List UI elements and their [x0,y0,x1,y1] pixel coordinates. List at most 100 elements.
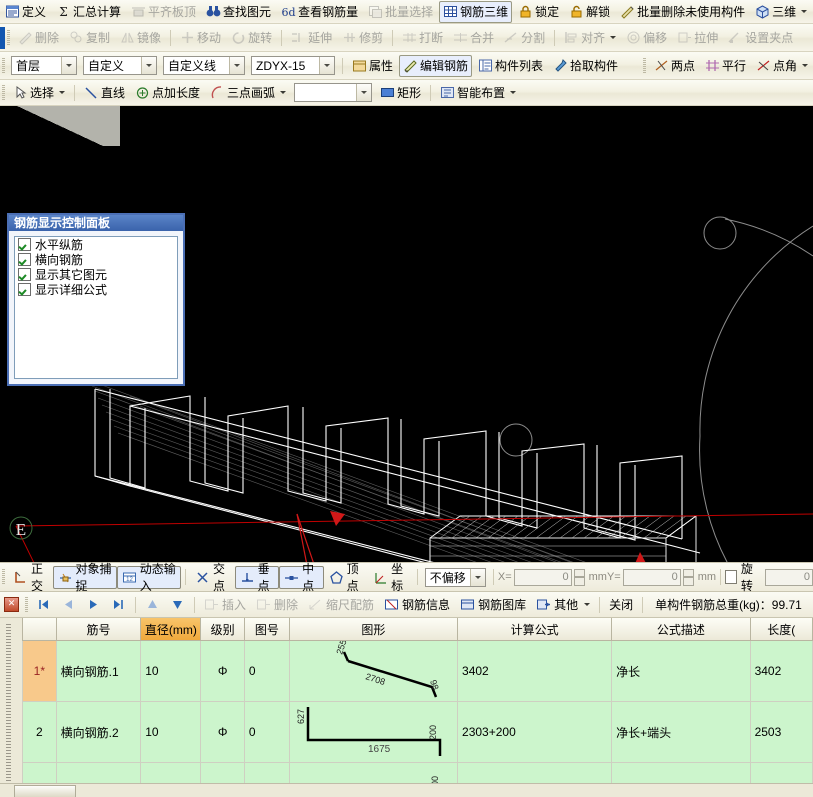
chevron-down-icon[interactable] [141,57,156,74]
rebar-table[interactable]: 筋号 直径(mm) 级别 图号 图形 计算公式 公式描述 长度( 1* 横向钢筋.1 10 Φ 0 2… [22,618,813,797]
cell-length[interactable]: 2503 [749,701,813,763]
x-offset-spinner[interactable] [573,568,585,586]
rebar-info-button[interactable]: 钢筋信息 [379,594,455,616]
member-select[interactable]: ZDYX-15 [251,56,335,75]
parallel-button[interactable]: 平行 [701,55,750,77]
chevron-down-icon[interactable] [319,57,334,74]
chevron-down-icon[interactable] [802,64,808,67]
offset-mode-select[interactable]: 不偏移 [424,567,486,587]
horizontal-scrollbar[interactable] [0,783,813,797]
cell-description[interactable]: 净长+端头 [611,701,751,763]
rebar-3d-button[interactable]: 钢筋三维 [439,0,513,23]
drawing-canvas[interactable]: E 3 D Z Y X [0,106,813,562]
two-point-button[interactable]: 两点 [650,55,699,77]
cell-grade[interactable]: Φ [200,640,245,702]
column-header-rowno[interactable] [22,618,57,641]
chevron-down-icon[interactable] [59,91,66,94]
checkbox-row[interactable]: 横向钢筋 [15,252,177,267]
chevron-down-icon[interactable] [584,603,591,606]
cell-formula[interactable]: 2303+200 [457,701,613,763]
lock-button[interactable]: 锁定 [514,1,563,23]
column-header-name[interactable]: 筋号 [55,618,142,641]
prev-record-button[interactable] [56,594,81,616]
point-angle-button[interactable]: 点角 [752,55,812,77]
column-header-grade[interactable]: 级别 [200,618,245,641]
chevron-down-icon[interactable] [801,10,808,13]
point-plus-length-button[interactable]: 点加长度 [131,82,204,104]
y-offset-input[interactable]: 0 [622,568,681,586]
midpoint-toggle[interactable]: 中点 [279,562,324,593]
select-arrow-button[interactable]: 选择 [9,82,69,104]
rebar-display-control-panel[interactable]: 钢筋显示控制面板 水平纵筋 横向钢筋 显示其它图元 显示详细公式 [7,213,185,386]
cell-diameter[interactable]: 10 [140,640,202,702]
cell-length[interactable]: 3402 [749,640,813,702]
column-header-diameter[interactable]: 直径(mm) [140,618,202,641]
cube-button[interactable]: 三维 [751,1,811,23]
column-header-fignum[interactable]: 图号 [243,618,290,641]
coordinate-toggle[interactable]: 坐标 [368,562,413,593]
cell-diameter[interactable]: 10 [140,701,202,763]
column-header-shape[interactable]: 图形 [288,618,459,641]
chevron-down-icon[interactable] [610,36,617,39]
row-number-cell[interactable]: 1* [22,640,57,702]
vertex-toggle[interactable]: 顶点 [324,562,369,593]
cell-fignum[interactable]: 0 [243,640,290,702]
unlock-button[interactable]: 解锁 [565,1,614,23]
checkbox-checked-icon[interactable] [18,283,31,296]
other-button[interactable]: 其他 [531,594,595,616]
cell-description[interactable]: 净长 [611,640,751,702]
checkbox-checked-icon[interactable] [18,238,31,251]
pick-member-button[interactable]: 拾取构件 [549,55,622,77]
table-row[interactable]: 1* 横向钢筋.1 10 Φ 0 255 2708 98 3402 净长 3402 [22,640,813,702]
cell-name[interactable]: 横向钢筋.1 [55,640,142,702]
move-up-button[interactable] [140,594,165,616]
chevron-down-icon[interactable] [469,568,485,586]
chevron-down-icon[interactable] [510,91,517,94]
checkbox-checked-icon[interactable] [18,268,31,281]
rotate-checkbox[interactable] [725,570,737,584]
floor-select[interactable]: 首层 [11,56,77,75]
next-record-button[interactable] [81,594,106,616]
properties-button[interactable]: 属性 [348,55,397,77]
checkbox-checked-icon[interactable] [18,253,31,266]
intersection-toggle[interactable]: 交点 [190,562,235,593]
batch-delete-button[interactable]: 批量删除未使用构件 [616,1,749,23]
view-rebar-qty-button[interactable]: 6d 查看钢筋量 [277,1,362,23]
last-record-button[interactable] [106,594,131,616]
cell-fignum[interactable]: 0 [243,701,290,763]
smart-layout-button[interactable]: 智能布置 [436,82,520,104]
binoculars-button[interactable]: 查找图元 [202,1,275,23]
sigma-button[interactable]: Σ 汇总计算 [52,1,125,23]
column-header-length[interactable]: 长度( [749,618,813,641]
checkbox-row[interactable]: 显示详细公式 [15,282,177,297]
rectangle-button[interactable]: 矩形 [376,82,425,104]
type-select[interactable]: 自定义线 [163,56,245,75]
scrollbar-thumb[interactable] [14,785,76,797]
line-button[interactable]: 直线 [80,82,129,104]
object-snap-toggle[interactable]: 对象捕捉 [52,562,117,593]
first-record-button[interactable] [31,594,56,616]
ortho-toggle[interactable]: 正交 [8,562,53,593]
perpendicular-toggle[interactable]: 垂点 [234,562,280,593]
close-panel-icon[interactable]: ✕ [4,597,19,612]
row-number-cell[interactable]: 2 [22,701,57,763]
three-point-arc-button[interactable]: 三点画弧 [206,82,290,104]
checkbox-row[interactable]: 显示其它图元 [15,267,177,282]
definition-button[interactable]: 定义 [1,1,50,23]
chevron-down-icon[interactable] [280,91,287,94]
table-row[interactable]: 2 横向钢筋.2 10 Φ 0 627 1675 200 2303+200 净长+端头 25… [22,701,813,763]
close-panel-button[interactable]: 关闭 [604,594,638,616]
cell-shape[interactable]: 627 1675 200 [288,701,459,763]
rotate-input[interactable]: 0 [764,568,813,586]
edit-rebar-button[interactable]: 编辑钢筋 [399,54,473,77]
chevron-down-icon[interactable] [356,84,372,101]
column-header-formula[interactable]: 计算公式 [457,618,613,641]
move-down-button[interactable] [165,594,190,616]
cell-grade[interactable]: Φ [200,701,245,763]
y-offset-spinner[interactable] [682,568,694,586]
shape-select[interactable] [294,83,373,102]
checkbox-row[interactable]: 水平纵筋 [15,237,177,252]
cell-name[interactable]: 横向钢筋.2 [55,701,142,763]
chevron-down-icon[interactable] [61,57,76,74]
category-select[interactable]: 自定义 [83,56,157,75]
